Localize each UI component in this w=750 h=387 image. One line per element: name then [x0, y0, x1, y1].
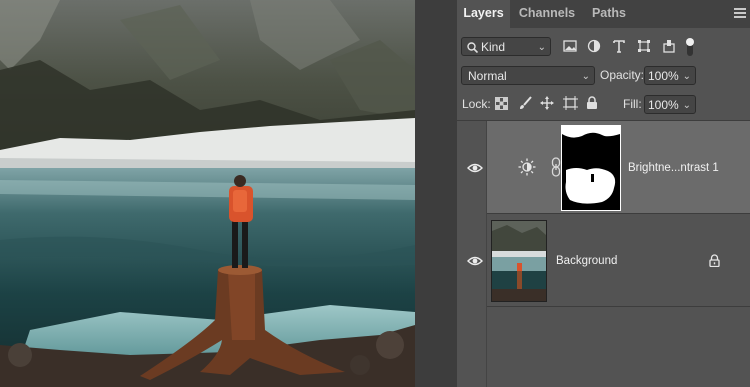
fill-value: 100% — [648, 98, 679, 112]
visibility-column — [457, 307, 487, 387]
fill-field[interactable]: 100% ⌄ — [644, 95, 696, 114]
hamburger-menu-icon[interactable] — [734, 6, 746, 20]
lock-label: Lock: — [462, 97, 491, 111]
adjustment-filter-icon[interactable] — [587, 39, 603, 55]
lock-all-icon[interactable] — [586, 96, 602, 112]
tab-paths[interactable]: Paths — [584, 0, 634, 28]
blend-mode-dropdown[interactable]: Normal ⌄ — [461, 66, 595, 85]
blend-mode-value: Normal — [468, 69, 507, 83]
layer-name[interactable]: Background — [556, 255, 617, 267]
opacity-field[interactable]: 100% ⌄ — [644, 66, 696, 85]
filter-toggle-icon[interactable] — [685, 36, 695, 58]
visibility-column — [457, 214, 487, 307]
chevron-down-icon: ⌄ — [682, 100, 691, 111]
lock-position-icon[interactable] — [540, 96, 556, 112]
filter-row: Kind ⌄ — [457, 36, 750, 58]
panel-tab-bar: Layers Channels Paths — [457, 0, 750, 28]
layer-name[interactable]: Brightne...ntrast 1 — [628, 162, 719, 174]
lock-artboard-icon[interactable] — [563, 96, 579, 112]
shape-filter-icon[interactable] — [637, 39, 653, 55]
canvas-photo — [0, 0, 415, 387]
lock-row: Lock: Fill: 100% ⌄ — [457, 95, 750, 115]
chevron-down-icon: ⌄ — [537, 42, 546, 53]
blend-row: Normal ⌄ Opacity: 100% ⌄ — [457, 66, 750, 86]
workspace-gutter — [415, 0, 457, 387]
fill-label: Fill: — [623, 97, 642, 111]
smart-object-filter-icon[interactable] — [662, 39, 678, 55]
chevron-down-icon: ⌄ — [682, 71, 691, 82]
brightness-sun-icon — [518, 158, 536, 176]
layers-list: Brightne...ntrast 1 Background — [457, 120, 750, 387]
lock-icon[interactable] — [709, 254, 720, 267]
document-canvas[interactable] — [0, 0, 415, 387]
chevron-down-icon: ⌄ — [581, 71, 590, 82]
eye-icon[interactable] — [467, 255, 483, 267]
visibility-column — [457, 121, 487, 214]
filter-kind-dropdown[interactable]: Kind ⌄ — [461, 37, 551, 56]
layer-thumbnail[interactable] — [491, 220, 547, 302]
eye-icon[interactable] — [467, 162, 483, 174]
opacity-label: Opacity: — [600, 68, 645, 82]
pixel-filter-icon[interactable] — [563, 39, 579, 55]
type-filter-icon[interactable] — [612, 39, 628, 55]
tab-layers[interactable]: Layers — [457, 0, 510, 28]
layer-row[interactable] — [487, 214, 750, 307]
tab-channels[interactable]: Channels — [510, 0, 584, 28]
layers-panel: Layers Channels Paths Kind ⌄ Normal ⌄ Op… — [457, 0, 750, 387]
filter-kind-label: Kind — [481, 40, 506, 54]
lock-transparent-pixels-icon[interactable] — [495, 97, 511, 113]
chain-link-icon — [551, 157, 561, 177]
layer-mask-thumbnail[interactable] — [561, 125, 621, 211]
search-icon — [467, 42, 478, 53]
lock-image-pixels-icon[interactable] — [518, 96, 534, 112]
opacity-value: 100% — [648, 69, 679, 83]
